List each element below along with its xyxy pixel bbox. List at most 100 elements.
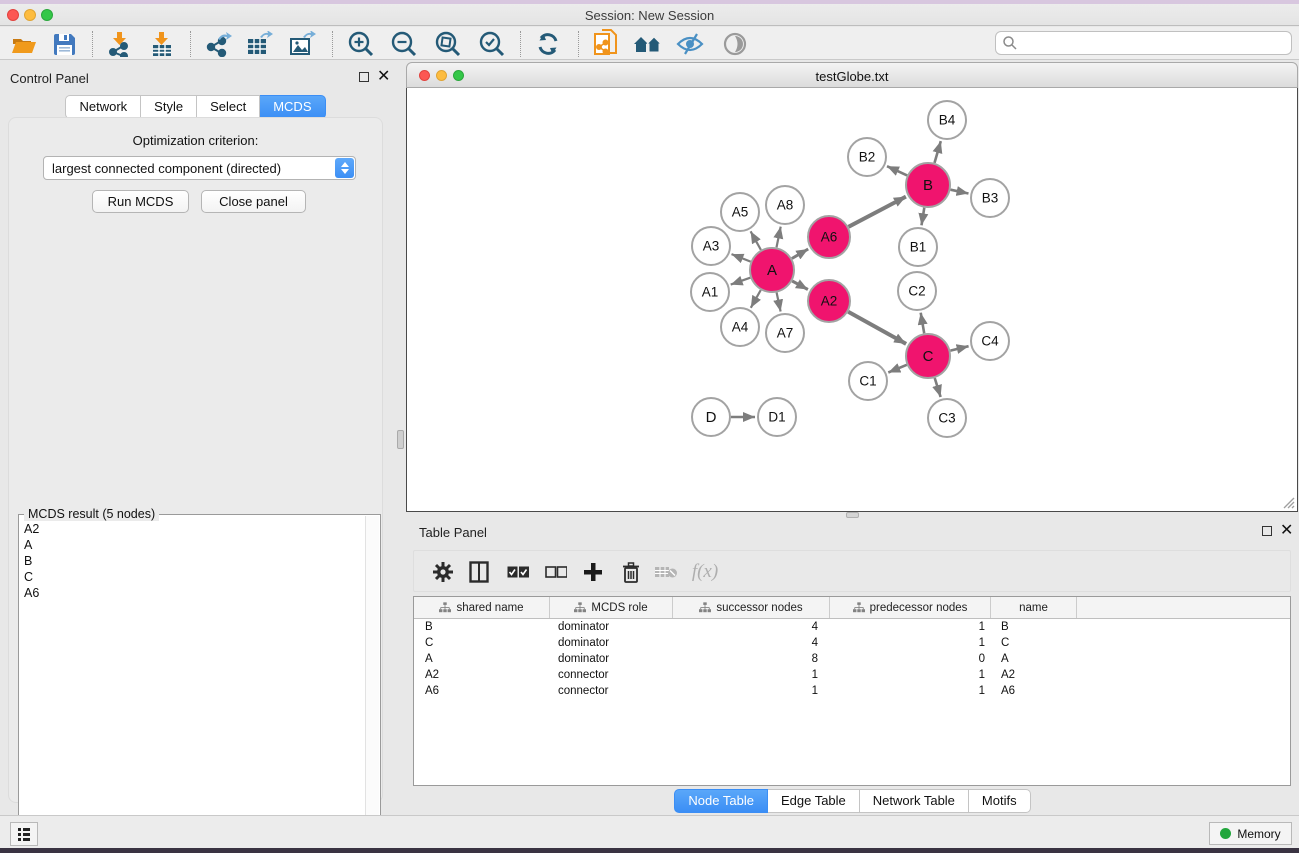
table-cell[interactable]: 1 bbox=[830, 685, 991, 697]
refresh-button[interactable] bbox=[530, 29, 566, 59]
graph-node-A3[interactable]: A3 bbox=[692, 227, 730, 265]
graph-node-D1[interactable]: D1 bbox=[758, 398, 796, 436]
mcds-result-item[interactable]: A6 bbox=[20, 585, 365, 601]
float-panel-icon[interactable] bbox=[1262, 526, 1272, 536]
close-panel-icon[interactable]: ✕ bbox=[377, 72, 390, 82]
zoom-out-button[interactable] bbox=[386, 29, 422, 59]
mcds-result-item[interactable]: A2 bbox=[20, 521, 365, 537]
graph-node-B[interactable]: B bbox=[906, 163, 950, 207]
zoom-in-button[interactable] bbox=[343, 29, 379, 59]
close-panel-icon[interactable]: ✕ bbox=[1280, 526, 1293, 536]
delete-table-button[interactable] bbox=[650, 556, 682, 588]
show-view-button[interactable] bbox=[717, 29, 753, 59]
table-cell[interactable]: A2 bbox=[414, 669, 550, 681]
open-session-button[interactable] bbox=[6, 29, 42, 59]
close-panel-button[interactable]: Close panel bbox=[201, 190, 306, 213]
import-network-button[interactable] bbox=[102, 29, 138, 59]
table-cell[interactable]: 1 bbox=[830, 669, 991, 681]
graph-node-C[interactable]: C bbox=[906, 334, 950, 378]
column-header-shared-name[interactable]: shared name bbox=[414, 597, 550, 618]
table-row[interactable]: A6connector11A6 bbox=[414, 683, 1290, 699]
criterion-dropdown[interactable]: largest connected component (directed) bbox=[43, 156, 356, 180]
home-view-button[interactable] bbox=[630, 29, 666, 59]
task-history-button[interactable] bbox=[10, 822, 38, 846]
table-cell[interactable]: 4 bbox=[673, 637, 830, 649]
table-cell[interactable]: dominator bbox=[550, 621, 673, 633]
graph-node-A[interactable]: A bbox=[750, 248, 794, 292]
select-all-button[interactable] bbox=[502, 556, 534, 588]
graph-node-A8[interactable]: A8 bbox=[766, 186, 804, 224]
save-session-button[interactable] bbox=[46, 29, 82, 59]
add-column-button[interactable] bbox=[577, 556, 609, 588]
table-cell[interactable]: 1 bbox=[830, 621, 991, 633]
duplicate-network-button[interactable] bbox=[588, 29, 624, 59]
column-header-name[interactable]: name bbox=[991, 597, 1077, 618]
table-cell[interactable]: C bbox=[414, 637, 550, 649]
network-window-titlebar[interactable]: testGlobe.txt bbox=[406, 62, 1298, 88]
graph-node-B3[interactable]: B3 bbox=[971, 179, 1009, 217]
table-cell[interactable]: A6 bbox=[414, 685, 550, 697]
graph-node-A7[interactable]: A7 bbox=[766, 314, 804, 352]
table-cell[interactable]: connector bbox=[550, 685, 673, 697]
table-row[interactable]: Adominator80A bbox=[414, 651, 1290, 667]
import-table-button[interactable] bbox=[144, 29, 180, 59]
export-network-button[interactable] bbox=[200, 29, 236, 59]
tab-mcds[interactable]: MCDS bbox=[260, 95, 325, 119]
tab-network-table[interactable]: Network Table bbox=[860, 789, 969, 813]
node-table[interactable]: shared nameMCDS rolesuccessor nodesprede… bbox=[413, 596, 1291, 786]
resize-grip-icon[interactable] bbox=[1282, 496, 1295, 509]
graph-node-C3[interactable]: C3 bbox=[928, 399, 966, 437]
graph-node-B2[interactable]: B2 bbox=[848, 138, 886, 176]
table-cell[interactable]: 1 bbox=[673, 685, 830, 697]
tab-motifs[interactable]: Motifs bbox=[969, 789, 1031, 813]
export-table-button[interactable] bbox=[242, 29, 278, 59]
table-cell[interactable]: A bbox=[991, 653, 1077, 665]
table-row[interactable]: Cdominator41C bbox=[414, 635, 1290, 651]
column-header-MCDS-role[interactable]: MCDS role bbox=[550, 597, 673, 618]
mcds-result-item[interactable]: C bbox=[20, 569, 365, 585]
tab-node-table[interactable]: Node Table bbox=[674, 789, 768, 813]
mcds-result-item[interactable]: B bbox=[20, 553, 365, 569]
result-scrollbar[interactable] bbox=[365, 516, 379, 848]
graph-node-C2[interactable]: C2 bbox=[898, 272, 936, 310]
graph-node-A1[interactable]: A1 bbox=[691, 273, 729, 311]
tab-style[interactable]: Style bbox=[141, 95, 197, 119]
table-cell[interactable]: 1 bbox=[673, 669, 830, 681]
table-cell[interactable]: connector bbox=[550, 669, 673, 681]
table-cell[interactable]: A bbox=[414, 653, 550, 665]
table-row[interactable]: Bdominator41B bbox=[414, 619, 1290, 635]
graph-node-C4[interactable]: C4 bbox=[971, 322, 1009, 360]
graph-node-A2[interactable]: A2 bbox=[808, 280, 850, 322]
table-cell[interactable]: 1 bbox=[830, 637, 991, 649]
table-cell[interactable]: dominator bbox=[550, 653, 673, 665]
search-input[interactable] bbox=[995, 31, 1292, 55]
table-cell[interactable]: 0 bbox=[830, 653, 991, 665]
mcds-result-item[interactable]: A bbox=[20, 537, 365, 553]
memory-button[interactable]: Memory bbox=[1209, 822, 1292, 845]
function-builder-button[interactable]: f(x) bbox=[689, 556, 721, 588]
network-canvas[interactable]: B4B2BB3A5A8A6A3B1AA1C2A2A4A7C4CC1DD1C3 bbox=[406, 88, 1298, 512]
table-settings-button[interactable] bbox=[427, 556, 459, 588]
tab-network[interactable]: Network bbox=[65, 95, 141, 119]
panel-splitter-grabber[interactable] bbox=[397, 430, 404, 449]
table-cell[interactable]: 8 bbox=[673, 653, 830, 665]
graph-node-D[interactable]: D bbox=[692, 398, 730, 436]
graph-node-A4[interactable]: A4 bbox=[721, 308, 759, 346]
tab-select[interactable]: Select bbox=[197, 95, 260, 119]
table-cell[interactable]: dominator bbox=[550, 637, 673, 649]
table-cell[interactable]: A2 bbox=[991, 669, 1077, 681]
deselect-all-button[interactable] bbox=[540, 556, 572, 588]
graph-node-B4[interactable]: B4 bbox=[928, 101, 966, 139]
float-panel-icon[interactable] bbox=[359, 72, 369, 82]
table-cell[interactable]: C bbox=[991, 637, 1077, 649]
column-header-predecessor-nodes[interactable]: predecessor nodes bbox=[830, 597, 991, 618]
zoom-selected-button[interactable] bbox=[474, 29, 510, 59]
tab-edge-table[interactable]: Edge Table bbox=[768, 789, 860, 813]
graph-node-A5[interactable]: A5 bbox=[721, 193, 759, 231]
show-columns-button[interactable] bbox=[463, 556, 495, 588]
table-cell[interactable]: A6 bbox=[991, 685, 1077, 697]
network-graph[interactable]: B4B2BB3A5A8A6A3B1AA1C2A2A4A7C4CC1DD1C3 bbox=[407, 88, 1297, 510]
hide-graphics-details-button[interactable] bbox=[672, 29, 708, 59]
table-row[interactable]: A2connector11A2 bbox=[414, 667, 1290, 683]
graph-node-C1[interactable]: C1 bbox=[849, 362, 887, 400]
